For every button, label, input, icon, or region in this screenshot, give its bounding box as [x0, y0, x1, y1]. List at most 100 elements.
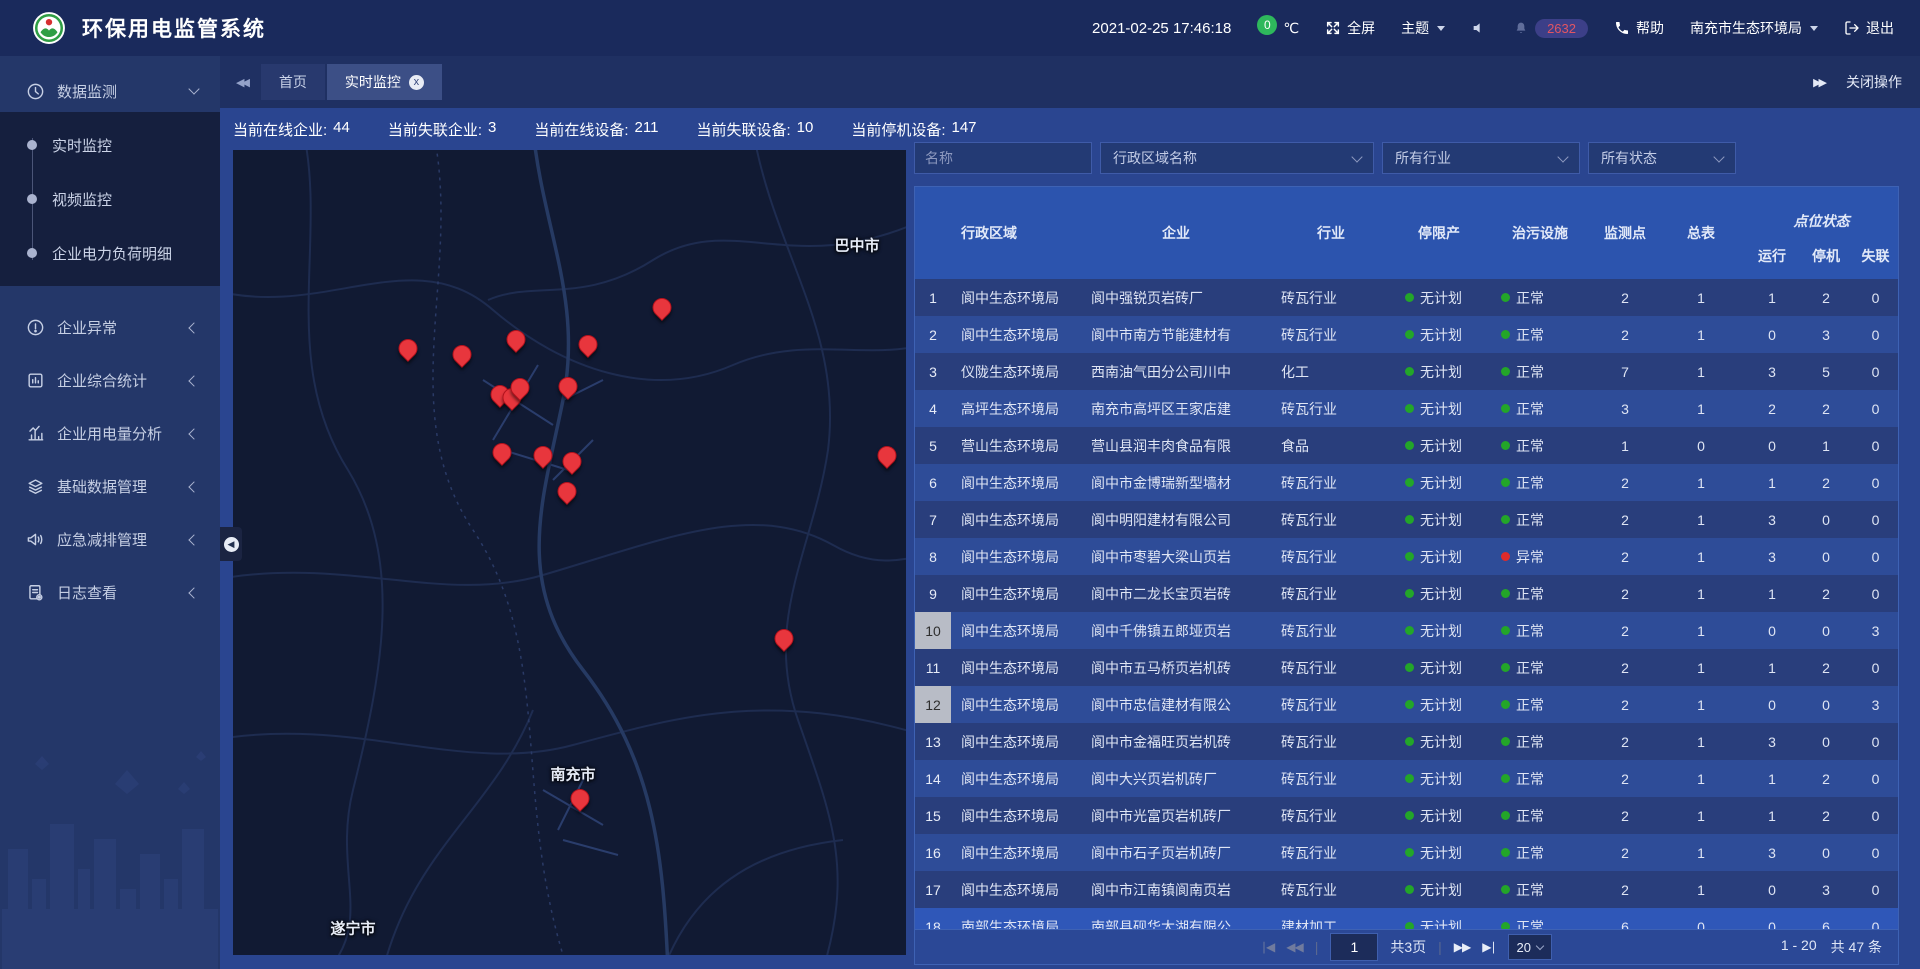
table-row[interactable]: 9 阆中生态环境局 阆中市二龙长宝页岩砖 砖瓦行业 无计划 正常 [915, 575, 1898, 612]
cell-industry: 砖瓦行业 [1271, 612, 1391, 649]
cell-facility-status: 正常 [1487, 723, 1593, 760]
table-row[interactable]: 14 阆中生态环境局 阆中大兴页岩机砖厂 砖瓦行业 无计划 正常 [915, 760, 1898, 797]
cell-lost-count: 3 [1853, 612, 1898, 649]
status-dot-icon [1405, 552, 1414, 561]
tab-realtime-monitor[interactable]: 实时监控 x [327, 64, 442, 100]
cell-run-count: 1 [1745, 760, 1799, 797]
pagination-range: 1 - 20 共 47 条 [1781, 937, 1882, 957]
cell-run-count: 3 [1745, 353, 1799, 390]
cell-lost-count: 0 [1853, 279, 1898, 316]
status-dot-icon [1501, 848, 1510, 857]
table-row[interactable]: 6 阆中生态环境局 阆中市金博瑞新型墙材 砖瓦行业 无计划 正常 [915, 464, 1898, 501]
first-page-button[interactable]: ∣◀ [1261, 940, 1274, 954]
tabs-scroll-left-icon[interactable]: ◀◀ [236, 76, 247, 89]
sidebar-subitem[interactable]: 企业电力负荷明细 [0, 226, 220, 280]
cell-facility-status: 正常 [1487, 501, 1593, 538]
cell-facility-status: 正常 [1487, 390, 1593, 427]
header-halt: 停机 [1799, 233, 1853, 279]
table-row[interactable]: 2 阆中生态环境局 阆中市南方节能建材有 砖瓦行业 无计划 正常 [915, 316, 1898, 353]
table-row[interactable]: 12 阆中生态环境局 阆中市忠信建材有限公 砖瓦行业 无计划 正常 [915, 686, 1898, 723]
sidebar-item-data-monitoring[interactable]: 数据监测 [0, 70, 220, 112]
cell-monitor-count: 2 [1593, 723, 1657, 760]
last-page-button[interactable]: ▶∣ [1482, 940, 1495, 954]
sidebar-item-emergency-reduction[interactable]: 应急减排管理 [0, 513, 220, 566]
stat-value: 211 [635, 119, 659, 140]
cell-monitor-count: 2 [1593, 501, 1657, 538]
cell-halt-count: 2 [1799, 797, 1853, 834]
cell-industry: 砖瓦行业 [1271, 279, 1391, 316]
page-number-input[interactable] [1330, 933, 1378, 961]
sidebar-subitem[interactable]: 实时监控 [0, 118, 220, 172]
cell-lost-count: 0 [1853, 316, 1898, 353]
cell-monitor-count: 2 [1593, 575, 1657, 612]
prev-page-button[interactable]: ◀◀ [1286, 940, 1302, 954]
cell-monitor-count: 2 [1593, 760, 1657, 797]
map-canvas[interactable]: 巴中市 南充市 遂宁市 [233, 150, 906, 955]
status-dot-icon [1405, 848, 1414, 857]
cell-lost-count: 0 [1853, 390, 1898, 427]
tab-home[interactable]: 首页 [261, 64, 325, 100]
sidebar-item-enterprise-statistics[interactable]: 企业综合统计 [0, 354, 220, 407]
datetime: 2021-02-25 17:46:18 [1092, 20, 1231, 37]
chevron-left-icon [188, 534, 199, 545]
industry-filter-select[interactable]: 所有行业 [1382, 142, 1580, 174]
phone-icon [1614, 20, 1630, 36]
table-row[interactable]: 10 阆中生态环境局 阆中千佛镇五郎垭页岩 砖瓦行业 无计划 正常 [915, 612, 1898, 649]
cell-halt-count: 2 [1799, 279, 1853, 316]
enterprise-table: 行政区域 企业 行业 停限产 治污设施 监测点 总表 点位状态 运行 停机 失联… [914, 186, 1899, 965]
user-org-dropdown[interactable]: 南充市生态环境局 [1690, 18, 1818, 38]
page-size-select[interactable]: 20 [1508, 934, 1552, 960]
sidebar-item-power-analysis[interactable]: 企业用电量分析 [0, 407, 220, 460]
sidebar-item-base-data[interactable]: 基础数据管理 [0, 460, 220, 513]
cell-monitor-count: 2 [1593, 797, 1657, 834]
tab-close-icon[interactable]: x [409, 75, 424, 90]
theme-dropdown[interactable]: 主题 [1401, 18, 1445, 38]
statistics-icon [26, 371, 45, 390]
megaphone-icon [26, 530, 45, 549]
logout-button[interactable]: 退出 [1844, 18, 1894, 38]
cell-meter-count: 1 [1657, 797, 1745, 834]
table-row[interactable]: 13 阆中生态环境局 阆中市金福旺页岩机砖 砖瓦行业 无计划 正常 [915, 723, 1898, 760]
mute-button[interactable] [1471, 20, 1487, 36]
table-row[interactable]: 3 仪陇生态环境局 西南油气田分公司川中 化工 无计划 正常 [915, 353, 1898, 390]
table-row[interactable]: 16 阆中生态环境局 阆中市石子页岩机砖厂 砖瓦行业 无计划 正常 [915, 834, 1898, 871]
help-button[interactable]: 帮助 [1614, 18, 1664, 38]
chevron-down-icon [1713, 151, 1724, 162]
table-row[interactable]: 4 高坪生态环境局 南充市高坪区王家店建 砖瓦行业 无计划 正常 [915, 390, 1898, 427]
tabs-scroll-right-icon[interactable]: ▶▶ [1813, 76, 1824, 89]
status-dot-icon [1501, 404, 1510, 413]
table-row[interactable]: 15 阆中生态环境局 阆中市光富页岩机砖厂 砖瓦行业 无计划 正常 [915, 797, 1898, 834]
cell-industry: 砖瓦行业 [1271, 501, 1391, 538]
sidebar-item-enterprise-abnormal[interactable]: 企业异常 [0, 301, 220, 354]
sidebar-collapse-handle[interactable]: ◀ [220, 527, 242, 561]
cell-halt-count: 3 [1799, 316, 1853, 353]
sidebar-item-log-view[interactable]: 日志查看 [0, 566, 220, 619]
table-row[interactable]: 11 阆中生态环境局 阆中市五马桥页岩机砖 砖瓦行业 无计划 正常 [915, 649, 1898, 686]
status-dot-icon [1501, 367, 1510, 376]
cell-industry: 化工 [1271, 353, 1391, 390]
table-row[interactable]: 7 阆中生态环境局 阆中明阳建材有限公司 砖瓦行业 无计划 正常 [915, 501, 1898, 538]
table-row[interactable]: 17 阆中生态环境局 阆中市江南镇阆南页岩 砖瓦行业 无计划 正常 [915, 871, 1898, 908]
table-row[interactable]: 8 阆中生态环境局 阆中市枣碧大梁山页岩 砖瓦行业 无计划 异常 [915, 538, 1898, 575]
notification-widget[interactable]: 2632 [1513, 19, 1588, 38]
table-row[interactable]: 5 营山生态环境局 营山县润丰肉食品有限 食品 无计划 正常 [915, 427, 1898, 464]
cell-lost-count: 0 [1853, 797, 1898, 834]
fullscreen-button[interactable]: 全屏 [1325, 18, 1375, 38]
table-row[interactable]: 1 阆中生态环境局 阆中强锐页岩砖厂 砖瓦行业 无计划 正常 [915, 279, 1898, 316]
cell-halt-count: 0 [1799, 723, 1853, 760]
region-filter-select[interactable]: 行政区域名称 [1100, 142, 1374, 174]
next-page-button[interactable]: ▶▶ [1454, 940, 1470, 954]
table-body: 1 阆中生态环境局 阆中强锐页岩砖厂 砖瓦行业 无计划 正常 [915, 279, 1898, 929]
stat-label: 当前在线企业: [233, 119, 327, 140]
cell-company: 阆中市金博瑞新型墙材 [1081, 464, 1271, 501]
cell-halt-count: 2 [1799, 464, 1853, 501]
status-filter-select[interactable]: 所有状态 [1588, 142, 1736, 174]
table-row[interactable]: 18 南部生态环境局 南部县砚华太湖有限公 建材加工 无计划 正常 [915, 908, 1898, 929]
name-filter-input[interactable] [914, 142, 1092, 174]
cell-region: 营山生态环境局 [951, 427, 1081, 464]
close-operations-button[interactable]: 关闭操作 [1846, 72, 1902, 92]
monitor-clock-icon [26, 82, 45, 101]
cell-run-count: 1 [1745, 575, 1799, 612]
sidebar-subitem[interactable]: 视频监控 [0, 172, 220, 226]
cell-facility-status: 正常 [1487, 612, 1593, 649]
